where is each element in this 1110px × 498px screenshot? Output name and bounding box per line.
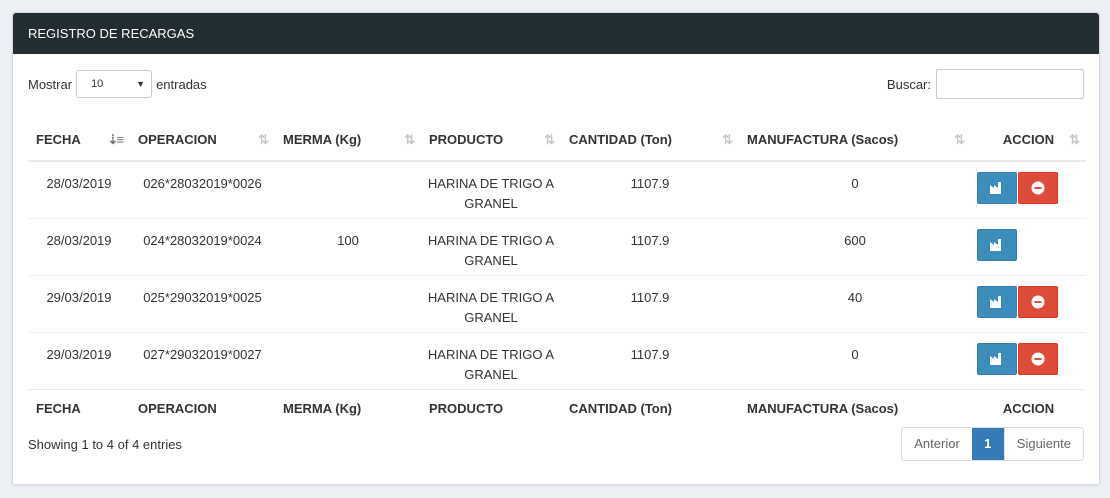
cell-operacion: 025*29032019*0025 — [130, 274, 275, 332]
delete-button[interactable] — [1018, 342, 1058, 375]
cell-cantidad: 1107.9 — [561, 274, 739, 332]
col-header-fecha[interactable]: FECHA ⇣≡ — [28, 119, 130, 162]
pagination: Anterior 1 Siguiente — [901, 427, 1084, 461]
cell-merma — [275, 274, 421, 332]
sort-icon: ⇅ — [722, 132, 733, 147]
panel-title: REGISTRO DE RECARGAS — [13, 13, 1099, 54]
cell-accion — [971, 331, 1086, 389]
table-row: 28/03/2019 026*28032019*0026 HARINA DE T… — [28, 161, 1086, 218]
cell-merma: 100 — [275, 217, 421, 275]
cell-fecha: 28/03/2019 — [28, 217, 130, 275]
factory-icon — [990, 182, 1001, 194]
cell-merma — [275, 331, 421, 389]
page-length-value: 10 — [91, 78, 104, 90]
length-suffix: entradas — [156, 76, 207, 92]
col-header-operacion[interactable]: OPERACION ⇅ — [130, 119, 275, 162]
cell-operacion: 027*29032019*0027 — [130, 331, 275, 389]
cell-producto: HARINA DE TRIGO A GRANEL — [421, 217, 561, 275]
footer-producto: PRODUCTO — [421, 388, 561, 428]
footer-merma: MERMA (Kg) — [275, 388, 421, 428]
search-input[interactable] — [936, 69, 1084, 99]
search-label: Buscar: — [886, 76, 931, 92]
table-row: 29/03/2019 025*29032019*0025 HARINA DE T… — [28, 274, 1086, 332]
minus-circle-icon — [1031, 181, 1045, 195]
pagination-prev[interactable]: Anterior — [902, 428, 972, 460]
delete-button[interactable] — [1018, 172, 1058, 204]
sort-icon: ⇅ — [404, 132, 415, 147]
col-header-accion[interactable]: ACCION ⇅ — [971, 119, 1086, 162]
cell-producto: HARINA DE TRIGO A GRANEL — [421, 331, 561, 389]
cell-fecha: 29/03/2019 — [28, 331, 130, 389]
delete-button[interactable] — [1018, 285, 1058, 318]
footer-accion: ACCION — [971, 388, 1086, 428]
cell-merma — [275, 161, 421, 218]
sort-desc-icon: ⇣≡ — [107, 132, 125, 147]
recargas-panel: REGISTRO DE RECARGAS Mostrar 10 ▼ entrad… — [12, 12, 1100, 485]
col-header-cantidad[interactable]: CANTIDAD (Ton) ⇅ — [561, 119, 739, 162]
manufacture-button[interactable] — [977, 228, 1017, 261]
cell-manufactura: 0 — [739, 331, 971, 389]
footer-fecha: FECHA — [28, 388, 130, 428]
cell-accion — [971, 217, 1086, 275]
table-header-row: FECHA ⇣≡ OPERACION ⇅ MERMA (Kg) ⇅ PRODUC… — [28, 119, 1086, 162]
footer-cantidad: CANTIDAD (Ton) — [561, 388, 739, 428]
length-prefix: Mostrar — [28, 76, 73, 92]
sort-icon: ⇅ — [1069, 132, 1080, 147]
footer-manufactura: MANUFACTURA (Sacos) — [739, 388, 971, 428]
cell-manufactura: 0 — [851, 176, 859, 191]
factory-icon — [990, 238, 1001, 251]
sort-icon: ⇅ — [954, 132, 965, 147]
sort-icon: ⇅ — [258, 132, 269, 147]
cell-operacion: 024*28032019*0024 — [130, 217, 275, 275]
table-row: 28/03/2019 024*28032019*0024 100 HARINA … — [28, 217, 1086, 275]
entries-info: Showing 1 to 4 of 4 entries — [28, 437, 182, 452]
col-header-merma[interactable]: MERMA (Kg) ⇅ — [275, 119, 421, 162]
cell-fecha: 28/03/2019 — [46, 176, 112, 191]
recargas-table: FECHA ⇣≡ OPERACION ⇅ MERMA (Kg) ⇅ PRODUC… — [28, 119, 1086, 428]
col-header-manufactura[interactable]: MANUFACTURA (Sacos) ⇅ — [739, 119, 971, 162]
table-row: 29/03/2019 027*29032019*0027 HARINA DE T… — [28, 331, 1086, 389]
factory-icon — [990, 352, 1001, 365]
manufacture-button[interactable] — [977, 172, 1017, 204]
minus-circle-icon — [1031, 295, 1045, 308]
page-length-select[interactable]: 10 ▼ — [76, 70, 153, 98]
pagination-page-current[interactable]: 1 — [971, 428, 1004, 460]
cell-accion — [971, 274, 1086, 332]
cell-cantidad: 1107.9 — [561, 217, 739, 275]
cell-accion — [971, 161, 1086, 218]
pagination-next[interactable]: Siguiente — [1003, 428, 1083, 460]
minus-circle-icon — [1031, 352, 1045, 365]
manufacture-button[interactable] — [977, 285, 1017, 318]
page-length-control: Mostrar 10 ▼ entradas — [28, 70, 207, 98]
search-control: Buscar: — [887, 69, 1084, 99]
cell-producto: HARINA DE TRIGO A GRANEL — [427, 176, 555, 211]
cell-producto: HARINA DE TRIGO A GRANEL — [421, 274, 561, 332]
cell-manufactura: 600 — [739, 217, 971, 275]
factory-icon — [990, 295, 1001, 308]
manufacture-button[interactable] — [977, 342, 1017, 375]
chevron-down-icon: ▼ — [136, 79, 146, 89]
cell-manufactura: 40 — [739, 274, 971, 332]
footer-operacion: OPERACION — [130, 388, 275, 428]
cell-cantidad: 1107.9 — [630, 176, 670, 191]
table-footer-row: FECHA OPERACION MERMA (Kg) PRODUCTO CANT… — [28, 388, 1086, 428]
table-controls: Mostrar 10 ▼ entradas Buscar: — [13, 54, 1099, 110]
sort-icon: ⇅ — [544, 132, 555, 147]
col-header-producto[interactable]: PRODUCTO ⇅ — [421, 119, 561, 162]
cell-cantidad: 1107.9 — [561, 331, 739, 389]
cell-fecha: 29/03/2019 — [28, 274, 130, 332]
cell-operacion: 026*28032019*0026 — [143, 176, 262, 191]
